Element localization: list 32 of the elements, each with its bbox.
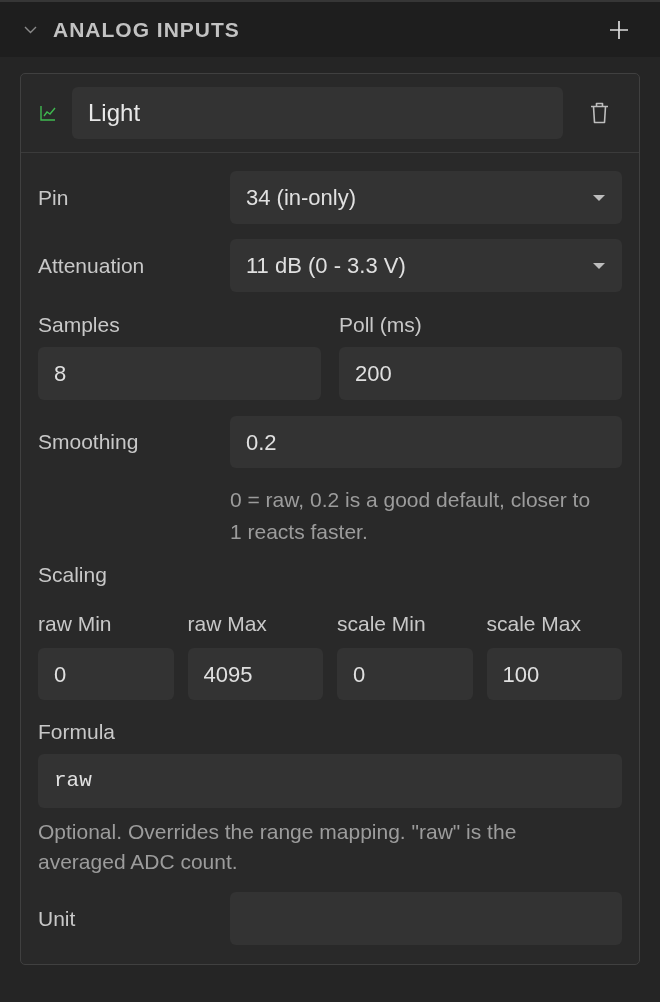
input-field[interactable]: 200: [339, 347, 622, 400]
field-label: Pin: [38, 185, 70, 210]
input-field[interactable]: 0.2: [230, 416, 622, 468]
input-field[interactable]: 0: [38, 648, 174, 700]
plus-icon[interactable]: [610, 20, 628, 39]
field-label: Smoothing: [38, 430, 140, 454]
field-label: raw Min: [38, 612, 113, 636]
dropdown[interactable]: 34 (in-only): [230, 171, 622, 224]
input-field[interactable]: 100: [486, 648, 622, 700]
formula-field[interactable]: raw: [38, 754, 622, 808]
field-label: Samples: [38, 313, 121, 337]
field-label: Scaling: [38, 563, 107, 587]
field-label: scale Min: [337, 612, 427, 636]
name-field[interactable]: Light: [72, 87, 563, 139]
field-label: raw Max: [187, 612, 268, 636]
chevron-down-icon[interactable]: [24, 25, 37, 34]
chart-icon: [40, 105, 56, 121]
field-label: Unit: [38, 906, 77, 931]
field-label: Formula: [38, 720, 116, 744]
input-field[interactable]: 0: [337, 648, 473, 700]
input-field[interactable]: 8: [38, 347, 321, 400]
field-label: scale Max: [486, 612, 583, 636]
help-text: Optional. Overrides the range mapping. "raw" is the averaged ADC count.: [38, 819, 518, 875]
trash-icon[interactable]: [590, 102, 609, 124]
field-label: Poll (ms): [339, 313, 423, 337]
field-label: Attenuation: [38, 253, 146, 278]
caret-icon: [593, 194, 605, 201]
section-title: ANALOG INPUTS: [53, 16, 240, 43]
dropdown[interactable]: 11 dB (0 - 3.3 V): [230, 239, 622, 292]
help-text: 0 = raw, 0.2 is a good default, closer to 1 reacts faster.: [230, 487, 592, 545]
caret-icon: [593, 262, 605, 269]
input-field[interactable]: 4095: [187, 648, 323, 700]
